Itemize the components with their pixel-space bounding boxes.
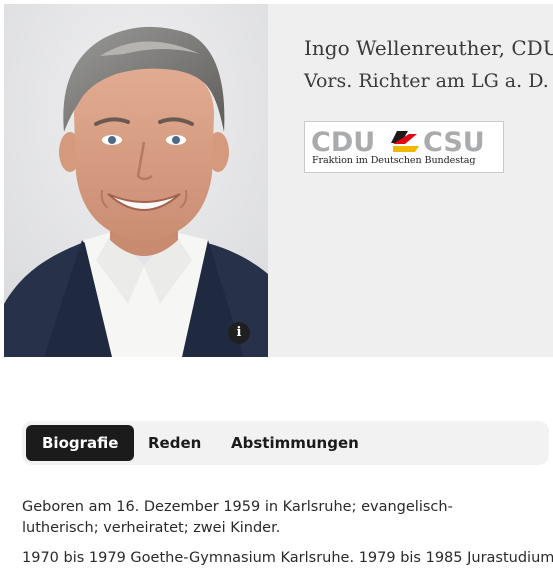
flag-stripe-gold bbox=[393, 146, 419, 152]
tab-biografie[interactable]: Biografie bbox=[26, 425, 135, 461]
party-logo-subline: Fraktion im Deutschen Bundestag bbox=[312, 155, 476, 166]
biography-line: Geboren am 16. Dezember 1959 in Karlsruh… bbox=[22, 499, 453, 515]
tab-abstimmungen[interactable]: Abstimmungen bbox=[215, 425, 375, 461]
biography-line: lutherisch; verheiratet; zwei Kinder. bbox=[22, 520, 281, 536]
photo-info-icon[interactable]: i bbox=[228, 322, 250, 344]
person-name: Ingo Wellenreuther, CDU bbox=[304, 36, 553, 60]
party-logo-mark: CDU CSU bbox=[311, 127, 485, 158]
portrait-illustration bbox=[4, 4, 268, 357]
person-details: Ingo Wellenreuther, CDU Vors. Richter am… bbox=[304, 36, 553, 92]
profile-header: i Ingo Wellenreuther, CDU Vors. Richter … bbox=[4, 4, 553, 357]
biography-paragraph: 1970 bis 1979 Goethe-Gymnasium Karlsruhe… bbox=[22, 548, 553, 569]
portrait-photo: i bbox=[4, 4, 268, 357]
biography-text: Geboren am 16. Dezember 1959 in Karlsruh… bbox=[22, 497, 553, 573]
profile-tabs: Biografie Reden Abstimmungen bbox=[22, 421, 549, 465]
person-role: Vors. Richter am LG a. D. bbox=[304, 70, 549, 92]
biography-paragraph: Geboren am 16. Dezember 1959 in Karlsruh… bbox=[22, 497, 542, 539]
party-logo-cdu: CDU bbox=[311, 127, 375, 158]
party-logo: CDU CSU Fraktion im Deutschen Bundestag bbox=[304, 121, 504, 173]
party-logo-csu: CSU bbox=[423, 127, 485, 158]
tab-reden[interactable]: Reden bbox=[132, 425, 217, 461]
biography-line: 1970 bis 1979 Goethe-Gymnasium Karlsruhe… bbox=[22, 550, 553, 566]
